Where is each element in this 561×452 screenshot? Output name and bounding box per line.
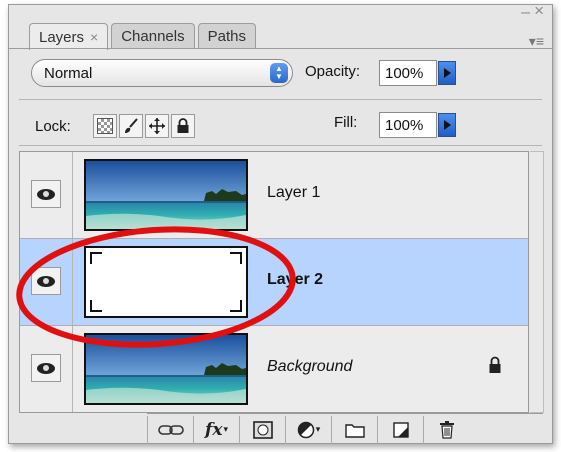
divider [19, 145, 542, 146]
tab-paths-label: Paths [207, 28, 246, 45]
tab-layers[interactable]: Layers × [29, 23, 109, 50]
layer-thumbnail [84, 159, 248, 231]
visibility-toggle[interactable] [31, 267, 61, 295]
eye-icon [37, 362, 55, 374]
layer-row-layer-2[interactable]: Layer 2 [20, 239, 528, 326]
close-panel-button[interactable]: × [534, 2, 544, 19]
beach-photo-thumbnail [86, 161, 246, 229]
opacity-label: Opacity: [305, 63, 361, 80]
lock-position-button[interactable] [145, 114, 169, 138]
layer-row-layer-1[interactable]: Layer 1 [20, 152, 528, 239]
row-divider [72, 152, 73, 238]
link-layers-button[interactable] [147, 415, 193, 444]
opacity-input[interactable]: 100% [379, 60, 437, 86]
opacity-slider-button[interactable] [438, 61, 456, 85]
new-layer-icon [392, 421, 409, 438]
tab-close-icon[interactable]: × [90, 29, 98, 45]
selection-corner [90, 252, 102, 264]
selection-corner [230, 252, 242, 264]
adjustment-layer-button[interactable]: ▾ [285, 415, 331, 444]
lock-image-pixels-button[interactable] [119, 114, 143, 138]
tab-channels[interactable]: Channels [111, 23, 195, 49]
eye-icon [37, 275, 55, 287]
folder-icon [344, 423, 365, 438]
adjustment-icon [297, 421, 314, 438]
layers-list: Layer 1 Layer 2 Background [19, 151, 529, 413]
layer-thumbnail-white [84, 246, 248, 318]
visibility-toggle[interactable] [31, 180, 61, 208]
lock-all-button[interactable] [171, 114, 195, 138]
beach-photo-thumbnail [86, 335, 246, 403]
fill-slider-button[interactable] [438, 113, 456, 137]
blend-mode-select[interactable]: Normal ▲ ▼ [31, 59, 293, 87]
row-divider [72, 326, 73, 412]
layer-row-background[interactable]: Background [20, 326, 528, 412]
new-group-button[interactable] [331, 415, 377, 444]
lock-label: Lock: [35, 118, 71, 135]
tab-divider [9, 48, 552, 49]
lock-transparent-pixels-icon [97, 118, 113, 134]
blend-mode-value: Normal [44, 64, 93, 82]
add-mask-button[interactable] [239, 415, 285, 444]
fx-icon: fx [205, 419, 223, 440]
padlock-icon [177, 118, 189, 133]
layers-bottom-toolbar: fx ▾ ▾ [147, 413, 543, 445]
fill-label: Fill: [334, 114, 358, 131]
blend-mode-stepper-icon: ▲ ▼ [270, 63, 288, 83]
lock-transparent-pixels-button[interactable] [93, 114, 117, 138]
brush-icon [125, 118, 138, 133]
eye-icon [37, 188, 55, 200]
layers-scrollbar[interactable] [530, 151, 544, 413]
delete-layer-button[interactable] [423, 415, 469, 444]
visibility-toggle[interactable] [31, 354, 61, 382]
trash-icon [439, 420, 454, 439]
new-layer-button[interactable] [377, 415, 423, 444]
mask-icon [252, 420, 273, 439]
layer-style-button[interactable]: fx ▾ [193, 415, 239, 444]
selection-corner [230, 300, 242, 312]
layer-thumbnail [84, 333, 248, 405]
row-divider [72, 239, 73, 325]
padlock-icon [489, 356, 501, 373]
tab-channels-label: Channels [121, 28, 185, 45]
tab-layers-label: Layers [39, 28, 85, 46]
move-icon [149, 118, 165, 134]
layer-name: Layer 2 [267, 271, 324, 288]
fill-input[interactable]: 100% [379, 112, 437, 138]
panel-tabs: Layers × Channels Paths [29, 23, 259, 50]
layer-name: Layer 1 [267, 184, 321, 201]
selection-corner [90, 300, 102, 312]
link-icon [157, 424, 184, 435]
tab-paths[interactable]: Paths [197, 23, 256, 49]
layer-name: Background [267, 358, 353, 375]
layers-panel: – × ▾≡ Layers × Channels Paths Normal ▲ ▼… [8, 2, 553, 445]
divider [19, 99, 542, 100]
minimize-button[interactable]: – [521, 5, 530, 21]
